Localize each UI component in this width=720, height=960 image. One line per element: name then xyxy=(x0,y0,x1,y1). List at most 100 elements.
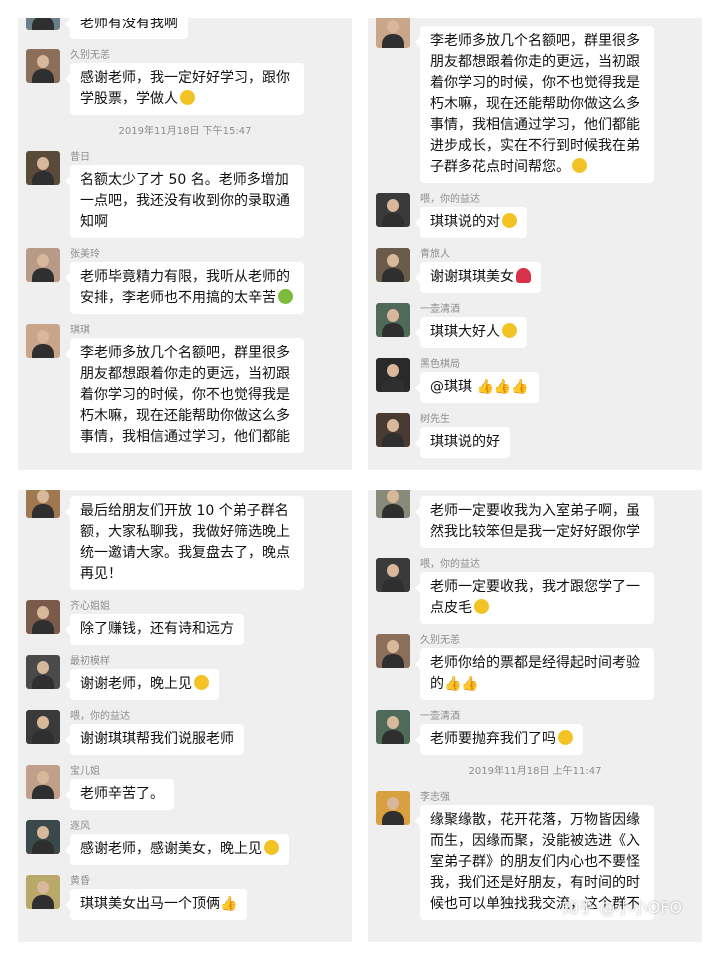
avatar[interactable] xyxy=(26,151,60,185)
avatar[interactable] xyxy=(376,558,410,592)
message-bubble[interactable]: 琪琪美女出马一个顶俩👍 xyxy=(64,889,248,920)
avatar-face xyxy=(387,797,399,810)
message-text: 老师一定要收我，我才跟您学了一点皮毛 xyxy=(430,579,640,616)
avatar[interactable] xyxy=(26,820,60,854)
chat-message: 李老师多放几个名额吧，群里很多朋友都想跟着你走的更远，当初跟着你学习的时候，你不… xyxy=(368,18,702,183)
avatar-body xyxy=(382,730,404,744)
message-text: 谢谢琪琪美女 xyxy=(430,269,514,285)
avatar[interactable] xyxy=(376,358,410,392)
message-list: 老师有没有我啊 久别无恙 感谢老师，我一定好好学习，跟你学股票，学做人 2019年11… xyxy=(18,18,352,463)
message-text: 老师你给的票都是经得起时间考验的👍👍 xyxy=(430,655,640,692)
handshake-emoji xyxy=(194,675,209,690)
avatar-face xyxy=(37,157,49,170)
chat-message: 喂，你的益达琪琪说的对 xyxy=(368,193,702,238)
avatar[interactable] xyxy=(376,490,410,518)
avatar-body xyxy=(382,34,404,48)
sender-name: 喂，你的益达 xyxy=(420,194,480,205)
avatar[interactable] xyxy=(26,18,60,30)
avatar[interactable] xyxy=(376,413,410,447)
avatar-body xyxy=(32,268,54,282)
avatar[interactable] xyxy=(376,248,410,282)
message-bubble[interactable]: 老师一定要收我，我才跟您学了一点皮毛 xyxy=(415,572,654,624)
moneybag-emoji xyxy=(278,289,293,304)
chat-message: 老师一定要收我为入室弟子啊，虽然我比较笨但是我一定好好跟你学 xyxy=(368,490,702,548)
chat-message: 黄昏 琪琪美女出马一个顶俩👍 xyxy=(18,875,352,920)
avatar[interactable] xyxy=(26,600,60,634)
chat-message: 张美玲老师毕竟精力有限，我听从老师的安排，李老师也不用搞的太辛苦 xyxy=(18,248,352,314)
avatar[interactable] xyxy=(376,710,410,744)
avatar[interactable] xyxy=(376,791,410,825)
avatar-body xyxy=(382,504,404,518)
avatar-body xyxy=(32,675,54,689)
rose-emoji xyxy=(516,268,531,283)
chat-message: 青旅人 谢谢琪琪美女 xyxy=(368,248,702,293)
sender-name: 齐心姐姐 xyxy=(70,601,110,612)
message-bubble[interactable]: 老师有没有我啊 xyxy=(65,18,188,39)
chat-message: 齐心姐姐除了赚钱，还有诗和远方 xyxy=(18,600,352,645)
message-text: 李老师多放几个名额吧，群里很多朋友都想跟着你走的更远，当初跟着你学习的时候，你不… xyxy=(430,33,640,175)
avatar-body xyxy=(382,378,404,392)
chat-message: 逐风 感谢老师，感谢美女，晚上见 xyxy=(18,820,352,865)
avatar[interactable] xyxy=(26,324,60,358)
avatar[interactable] xyxy=(376,18,410,48)
message-text: 琪琪说的好 xyxy=(430,434,500,450)
avatar[interactable] xyxy=(26,765,60,799)
message-bubble[interactable]: 除了赚钱，还有诗和远方 xyxy=(65,614,244,645)
avatar-face xyxy=(387,364,399,377)
message-text: 琪琪美女出马一个顶俩👍 xyxy=(80,896,238,912)
chat-message: 宝儿姐 老师辛苦了。 xyxy=(18,765,352,810)
message-bubble[interactable]: 谢谢老师，晚上见 xyxy=(65,669,219,700)
avatar[interactable] xyxy=(26,655,60,689)
message-bubble[interactable]: 老师要抛弃我们了吗 xyxy=(415,724,583,755)
avatar[interactable] xyxy=(26,490,60,518)
avatar-face xyxy=(387,309,399,322)
message-bubble[interactable]: 琪琪说的对 xyxy=(415,207,527,238)
chat-message: 一壶清酒琪琪大好人 xyxy=(368,303,702,348)
message-bubble[interactable]: 琪琪大好人 xyxy=(415,317,527,348)
message-list: 最后给朋友们开放 10 个弟子群名额，大家私聊我，我做好筛选晚上统一邀请大家。我… xyxy=(18,490,352,930)
avatar-body xyxy=(32,504,54,518)
message-bubble[interactable]: 谢谢琪琪美女 xyxy=(415,262,541,293)
message-bubble[interactable]: 谢谢琪琪帮我们说服老师 xyxy=(65,724,244,755)
chat-message: 昔日 名额太少了才 50 名。老师多增加一点吧，我还没有收到你的录取通知啊 xyxy=(18,151,352,238)
message-bubble[interactable]: 老师一定要收我为入室弟子啊，虽然我比较笨但是我一定好好跟你学 xyxy=(415,496,654,548)
handshake-emoji xyxy=(180,90,195,105)
avatar-face xyxy=(387,20,399,33)
message-bubble[interactable]: 名额太少了才 50 名。老师多增加一点吧，我还没有收到你的录取通知啊 xyxy=(65,165,304,238)
avatar-body xyxy=(382,433,404,447)
message-text: 老师有没有我啊 xyxy=(80,18,178,31)
sender-name: 一壶清酒 xyxy=(420,711,460,722)
chat-message: 最初模样 谢谢老师，晚上见 xyxy=(18,655,352,700)
avatar-body xyxy=(382,268,404,282)
sender-name: 一壶清酒 xyxy=(420,304,460,315)
avatar[interactable] xyxy=(26,875,60,909)
message-bubble[interactable]: 琪琪说的好 xyxy=(415,427,510,458)
chat-panel-3: 最后给朋友们开放 10 个弟子群名额，大家私聊我，我做好筛选晚上统一邀请大家。我… xyxy=(18,490,352,942)
applause-emoji xyxy=(502,213,517,228)
avatar[interactable] xyxy=(376,303,410,337)
avatar[interactable] xyxy=(26,248,60,282)
avatar-body xyxy=(32,69,54,83)
message-bubble[interactable]: 老师毕竟精力有限，我听从老师的安排，李老师也不用搞的太辛苦 xyxy=(65,262,304,314)
avatar[interactable] xyxy=(26,710,60,744)
avatar[interactable] xyxy=(376,193,410,227)
message-bubble[interactable]: 老师你给的票都是经得起时间考验的👍👍 xyxy=(415,648,654,700)
message-bubble[interactable]: 李老师多放几个名额吧，群里很多朋友都想跟着你走的更远，当初跟着你学习的时候，你不… xyxy=(415,26,654,183)
sender-name: 久别无恙 xyxy=(70,50,110,61)
message-bubble[interactable]: 老师辛苦了。 xyxy=(65,779,174,810)
avatar-face xyxy=(37,716,49,729)
message-bubble[interactable]: 感谢老师，感谢美女，晚上见 xyxy=(65,834,289,865)
avatar[interactable] xyxy=(26,49,60,83)
chat-message: 一壶清酒老师要抛弃我们了吗 xyxy=(368,710,702,755)
chat-message: 喂，你的益达 老师一定要收我，我才跟您学了一点皮毛 xyxy=(368,558,702,624)
sender-name: 树先生 xyxy=(420,414,450,425)
message-bubble[interactable]: 最后给朋友们开放 10 个弟子群名额，大家私聊我，我做好筛选晚上统一邀请大家。我… xyxy=(65,496,304,590)
message-bubble[interactable]: 感谢老师，我一定好好学习，跟你学股票，学做人 xyxy=(65,63,304,115)
message-bubble[interactable]: 李老师多放几个名额吧，群里很多朋友都想跟着你走的更远，当初跟着你学习的时候，你不… xyxy=(65,338,304,453)
message-text: 老师辛苦了。 xyxy=(80,786,164,802)
message-list: 老师一定要收我为入室弟子啊，虽然我比较笨但是我一定好好跟你学喂，你的益达 老师一定… xyxy=(368,490,702,930)
sender-name: 张美玲 xyxy=(70,249,100,260)
chat-message: 久别无恙感谢老师，我一定好好学习，跟你学股票，学做人 xyxy=(18,49,352,115)
avatar[interactable] xyxy=(376,634,410,668)
message-bubble[interactable]: @琪琪 👍👍👍 xyxy=(415,372,539,403)
